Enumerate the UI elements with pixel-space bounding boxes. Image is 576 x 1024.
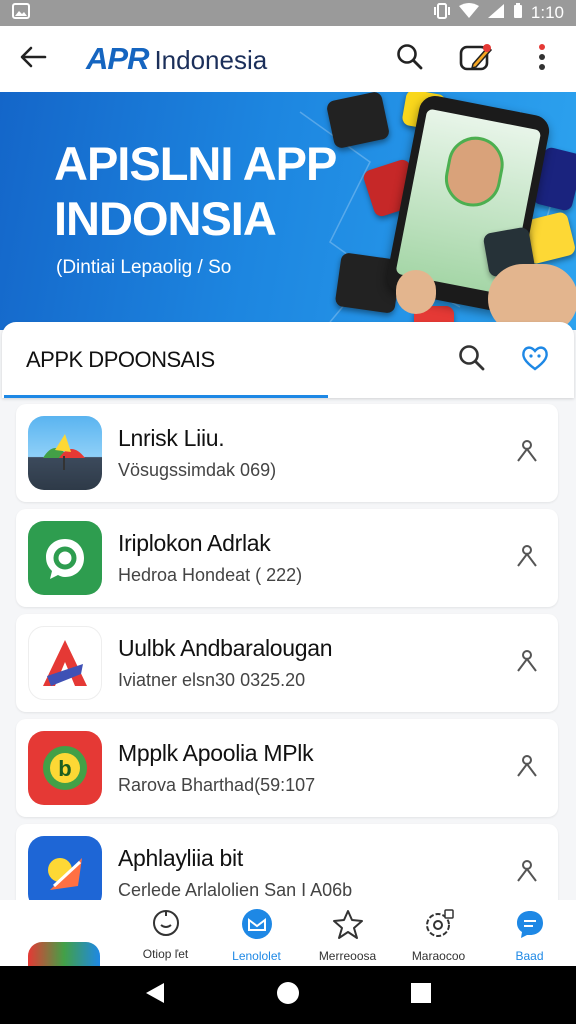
system-navigation-bar	[0, 966, 576, 1024]
svg-text:b: b	[58, 756, 71, 781]
partial-app-icon	[28, 942, 100, 968]
heart-chat-icon[interactable]	[520, 344, 550, 377]
nav-item-chat[interactable]: Baad	[484, 900, 575, 966]
battery-icon	[513, 2, 523, 24]
chat-bubble-icon	[514, 908, 546, 945]
section-tab-indicator	[4, 395, 328, 398]
person-icon	[516, 649, 538, 678]
person-icon	[516, 439, 538, 468]
app-meta: Rarova Bharthad(59:107	[118, 775, 316, 795]
chat-app-icon	[28, 521, 102, 595]
app-name: Uulbk Andbaralougan	[118, 635, 333, 661]
person-icon	[516, 544, 538, 573]
more-vert-icon	[538, 43, 546, 76]
signal-icon	[487, 3, 505, 24]
nav-label: Baad	[515, 949, 544, 963]
arrow-logo-app-icon	[28, 626, 102, 700]
banner-hand-illustration	[488, 264, 576, 330]
nav-label: Lenololet	[232, 949, 281, 963]
smiley-pin-icon	[151, 908, 181, 943]
list-item[interactable]: Iriplokon Adrlak Hedroa Hondeat ( 222)	[16, 509, 558, 607]
app-title: Indonesia	[154, 45, 268, 75]
nav-label: Merreoosa	[318, 949, 377, 963]
list-item[interactable]: Lnrisk Liiu. Vösugssimdak 069)	[16, 404, 558, 502]
app-brand: APR Indonesia	[86, 41, 267, 77]
promo-banner[interactable]: APISLNI APP INDONSIA (Dintiai Lepaolig /…	[0, 92, 576, 330]
install-button[interactable]	[512, 543, 542, 573]
install-button[interactable]	[512, 753, 542, 783]
list-item[interactable]: b Mpplk Apoolia MPlk Rarova Bharthad(59:…	[16, 719, 558, 817]
list-item[interactable]: Uulbk Andbaralougan Iviatner elsn30 0325…	[16, 614, 558, 712]
banner-hand-illustration	[396, 270, 436, 314]
section-search-icon[interactable]	[458, 344, 486, 377]
sunburst-app-icon	[28, 836, 102, 910]
star-outline-icon	[332, 908, 364, 945]
nav-label: Maraocoo	[411, 949, 466, 963]
back-triangle-icon[interactable]	[144, 981, 166, 1010]
app-meta: Vösugssimdak 069)	[118, 460, 277, 480]
person-icon	[516, 859, 538, 888]
section-title: APPK DPOONSAIS	[26, 347, 215, 372]
banner-title-line1: APISLNI APP	[54, 137, 337, 190]
banner-title: APISLNI APP INDONSIA	[54, 136, 337, 246]
mail-circle-icon	[241, 908, 273, 945]
overflow-menu-button[interactable]	[522, 39, 562, 79]
gallery-notification-icon	[12, 2, 30, 24]
b-logo-app-icon: b	[28, 731, 102, 805]
app-name: Iriplokon Adrlak	[118, 530, 271, 556]
app-meta: Cerlede Arlalolien San I A06b	[118, 880, 353, 900]
app-name: Aphlayliia bit	[118, 845, 243, 871]
wifi-icon	[458, 2, 479, 24]
gear-badge-icon	[423, 908, 455, 945]
install-button[interactable]	[512, 438, 542, 468]
beach-app-icon	[28, 416, 102, 490]
nav-item-settings[interactable]: Maraocoo	[393, 900, 484, 966]
banner-title-line2: INDONSIA	[54, 192, 277, 245]
status-bar: 1:10	[0, 0, 576, 26]
nav-item-favorites[interactable]: Merreoosa	[302, 900, 393, 966]
banner-subtitle: (Dintiai Lepaolig / So	[56, 257, 232, 278]
nav-label: Otiop ľet	[142, 947, 189, 961]
nav-item-home[interactable]: Lenololet	[211, 900, 302, 966]
install-button[interactable]	[512, 858, 542, 888]
home-circle-icon[interactable]	[275, 980, 301, 1011]
app-meta: Iviatner elsn30 0325.20	[118, 670, 306, 690]
status-time: 1:10	[530, 3, 564, 22]
brand-logo: APR	[86, 41, 149, 76]
app-bar: APR Indonesia	[0, 26, 576, 92]
search-button[interactable]	[390, 39, 430, 79]
edit-badge-icon	[459, 42, 493, 77]
nav-item-explore[interactable]: Otiop ľet	[120, 900, 211, 966]
edit-button[interactable]	[456, 39, 496, 79]
app-list: Lnrisk Liiu. Vösugssimdak 069) Iriplokon…	[16, 404, 558, 929]
section-header: APPK DPOONSAIS	[2, 322, 574, 398]
app-meta: Hedroa Hondeat ( 222)	[118, 565, 303, 585]
app-name: Lnrisk Liiu.	[118, 425, 225, 451]
search-icon	[396, 43, 424, 76]
vibrate-icon	[433, 2, 451, 24]
person-icon	[516, 754, 538, 783]
install-button[interactable]	[512, 648, 542, 678]
arrow-left-icon	[19, 45, 47, 74]
recents-square-icon[interactable]	[410, 982, 432, 1009]
back-button[interactable]	[14, 40, 52, 78]
app-name: Mpplk Apoolia MPlk	[118, 740, 314, 766]
